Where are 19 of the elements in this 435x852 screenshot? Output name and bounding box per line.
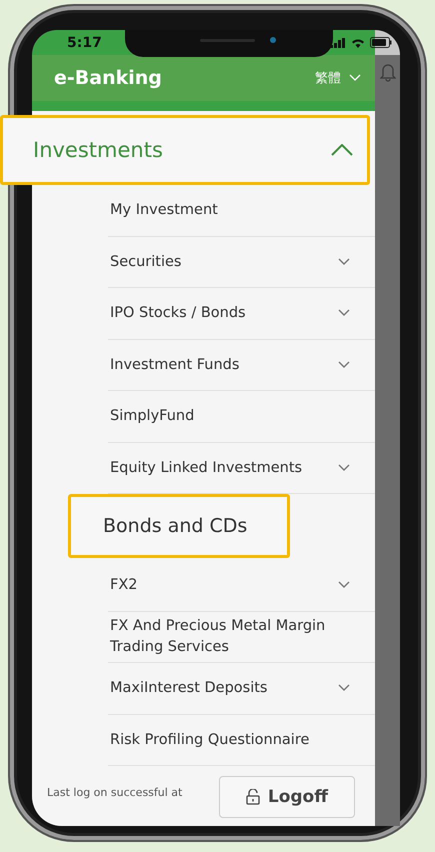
chevron-down-icon xyxy=(338,684,350,692)
menu-item[interactable]: Bonds and CDs xyxy=(68,494,290,558)
chevron-down-icon xyxy=(338,309,350,318)
signal-icon xyxy=(330,38,346,48)
last-logon-text: Last log on successful at xyxy=(47,786,182,799)
chevron-down-icon xyxy=(338,581,350,590)
battery-icon xyxy=(370,37,392,48)
chevron-down-icon xyxy=(338,360,350,369)
unlock-icon xyxy=(246,789,260,805)
status-time: 5:17 xyxy=(67,34,102,50)
app-title: e-Banking xyxy=(54,67,162,89)
chevron-down-icon xyxy=(338,258,350,266)
logoff-button[interactable]: Logoff xyxy=(218,776,355,818)
chevron-up-icon xyxy=(331,144,353,156)
bell-icon xyxy=(380,62,396,82)
menu-section-header[interactable]: Investments xyxy=(0,115,370,185)
wifi-icon xyxy=(351,38,365,48)
chevron-down-icon xyxy=(338,464,350,472)
chevron-down-icon xyxy=(349,74,361,82)
